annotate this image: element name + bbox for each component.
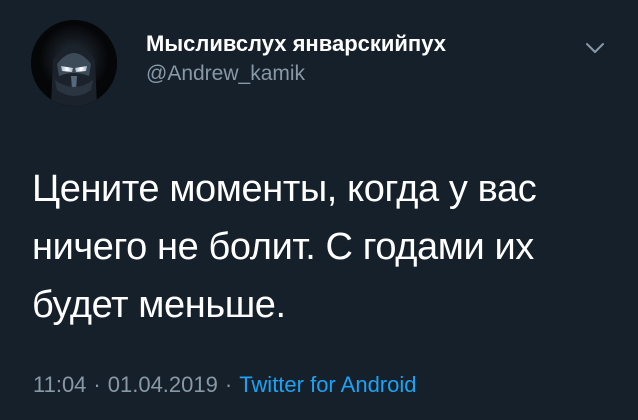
tweet-time[interactable]: 11:04	[33, 372, 86, 397]
author-handle[interactable]: @Andrew_kamik	[146, 62, 305, 86]
author-display-name[interactable]: Мысливслух январскийпух	[146, 31, 446, 57]
tweet-text-line: будет меньше.	[32, 284, 286, 326]
tweet-text-line: ничего не болит. С годами их	[32, 226, 534, 268]
tweet-source-link[interactable]: Twitter for Android	[239, 372, 416, 397]
meta-separator: ·	[224, 372, 233, 397]
avatar[interactable]	[31, 20, 117, 106]
tweet-card: Мысливслух январскийпух @Andrew_kamik Це…	[0, 0, 638, 420]
tweet-text: Цените моменты, когда у вас ничего не бо…	[32, 160, 612, 334]
tweet-text-line: Цените моменты, когда у вас	[32, 168, 537, 210]
meta-separator: ·	[93, 372, 101, 397]
tweet-date[interactable]: 01.04.2019	[108, 372, 218, 397]
tweet-meta: 11:04 · 01.04.2019 · Twitter for Android	[33, 372, 417, 398]
chevron-down-icon[interactable]	[582, 38, 608, 58]
avatar-image	[31, 20, 117, 106]
